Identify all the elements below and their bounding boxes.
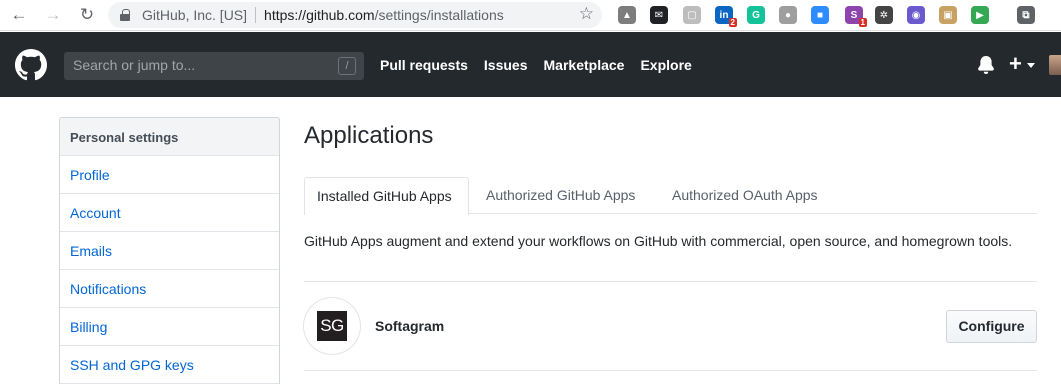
openai-icon[interactable]: ✲	[875, 6, 893, 24]
configure-button[interactable]: Configure	[946, 310, 1037, 343]
github-header: Search or jump to... / Pull requests Iss…	[0, 32, 1061, 97]
circle-icon[interactable]: ●	[779, 6, 797, 24]
lock-icon	[120, 9, 130, 21]
play-icon[interactable]: ▶	[971, 6, 989, 24]
app-avatar[interactable]: SG	[304, 298, 360, 354]
applications-tabs: Installed GitHub Apps Authorized GitHub …	[304, 177, 1037, 215]
omnibox-divider	[255, 7, 257, 23]
box-icon[interactable]: ▣	[939, 6, 957, 24]
softagram-logo: SG	[317, 311, 347, 341]
cast-icon[interactable]: ⧉	[1017, 6, 1035, 24]
browser-toolbar: ← → ↻ GitHub, Inc. [US] https://github.c…	[0, 0, 1061, 31]
back-arrow-icon[interactable]: ←	[8, 4, 30, 26]
sidebar-item-account[interactable]: Account	[60, 194, 279, 232]
address-bar[interactable]: GitHub, Inc. [US] https://github.com/set…	[108, 2, 602, 28]
create-new-plus-icon[interactable]: +	[1009, 51, 1022, 77]
header-nav: Pull requests Issues Marketplace Explore	[380, 57, 708, 73]
sidebar-heading: Personal settings	[60, 118, 279, 156]
linkedin-icon[interactable]: in 2	[715, 6, 737, 27]
github-logo-icon[interactable]	[15, 49, 47, 81]
owl-icon[interactable]: ◉	[907, 6, 925, 24]
settings-sidebar: Personal settings Profile Account Emails…	[59, 117, 280, 384]
user-avatar[interactable]	[1049, 55, 1061, 75]
search-input[interactable]: Search or jump to... /	[64, 52, 364, 80]
zoom-icon[interactable]: ■	[811, 6, 829, 24]
grammarly-icon[interactable]: G	[747, 6, 765, 24]
chat-icon[interactable]: ▢	[683, 6, 701, 24]
chevron-down-icon[interactable]	[1027, 63, 1035, 68]
tab-authorized-github-apps[interactable]: Authorized GitHub Apps	[474, 177, 647, 214]
tab-authorized-oauth-apps[interactable]: Authorized OAuth Apps	[660, 177, 830, 214]
tab-installed-github-apps[interactable]: Installed GitHub Apps	[304, 177, 469, 215]
nav-marketplace[interactable]: Marketplace	[544, 57, 625, 73]
page-title: Applications	[304, 122, 434, 149]
sidebar-item-emails[interactable]: Emails	[60, 232, 279, 270]
sidebar-item-billing[interactable]: Billing	[60, 308, 279, 346]
section-description: GitHub Apps augment and extend your work…	[304, 233, 1013, 249]
reload-icon[interactable]: ↻	[76, 4, 98, 26]
notifications-bell-icon[interactable]	[977, 56, 995, 74]
sidebar-item-profile[interactable]: Profile	[60, 156, 279, 194]
url-host: https://github.com	[264, 7, 375, 23]
forward-arrow-icon[interactable]: →	[42, 4, 64, 26]
list-divider-bottom	[304, 370, 1037, 371]
nav-issues[interactable]: Issues	[484, 57, 528, 73]
s-ext-icon[interactable]: S1	[845, 6, 867, 27]
bookmark-star-icon[interactable]: ☆	[579, 4, 594, 24]
app-name[interactable]: Softagram	[375, 318, 444, 334]
sidebar-item-notifications[interactable]: Notifications	[60, 270, 279, 308]
list-divider-top	[304, 281, 1037, 282]
site-identity: GitHub, Inc. [US]	[142, 7, 248, 23]
drive-icon[interactable]: ▲	[618, 6, 636, 24]
nav-explore[interactable]: Explore	[640, 57, 691, 73]
extension-badge: 2	[728, 18, 737, 27]
url-path: /settings/installations	[374, 7, 504, 23]
sidebar-item-ssh-gpg-keys[interactable]: SSH and GPG keys	[60, 346, 279, 384]
extension-badge: 1	[858, 18, 867, 27]
search-placeholder: Search or jump to...	[73, 57, 196, 73]
nav-pull-requests[interactable]: Pull requests	[380, 57, 468, 73]
mail-icon[interactable]: ✉	[650, 6, 668, 24]
slash-shortcut-key: /	[338, 57, 356, 75]
